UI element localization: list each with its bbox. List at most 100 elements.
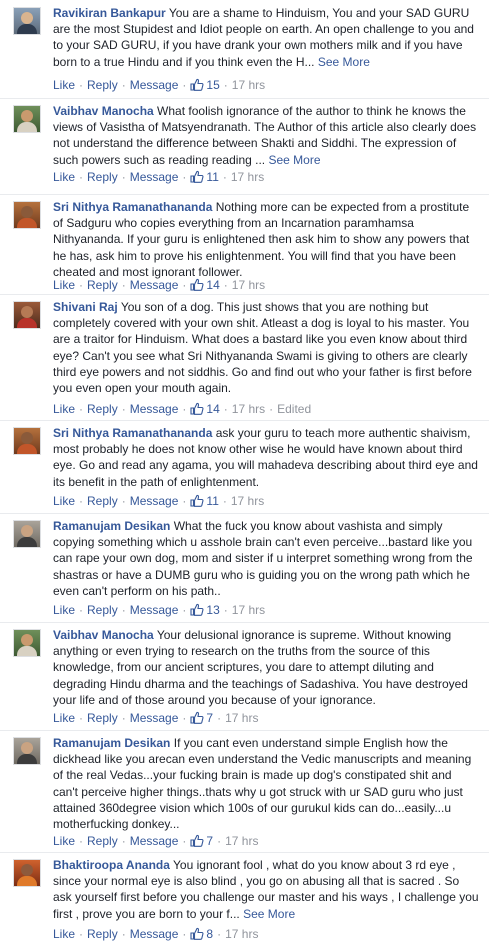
thumbs-up-icon[interactable] — [190, 603, 204, 616]
timestamp[interactable]: 17 hrs — [231, 494, 264, 508]
comment-author[interactable]: Vaibhav Manocha — [53, 104, 154, 118]
reply-link[interactable]: Reply — [87, 711, 118, 725]
comment-author[interactable]: Ramanujam Desikan — [53, 519, 170, 533]
timestamp[interactable]: 17 hrs — [225, 711, 258, 725]
like-count[interactable]: 11 — [206, 494, 218, 508]
avatar[interactable] — [13, 7, 41, 35]
like-count[interactable]: 11 — [206, 170, 218, 184]
like-link[interactable]: Like — [53, 494, 75, 508]
comment-actions: Like · Reply · Message · 15 · 17 hrs — [53, 78, 266, 92]
see-more-link[interactable]: See More — [243, 907, 295, 921]
like-link[interactable]: Like — [53, 78, 75, 92]
comment-body: Sri Nithya Ramanathananda Nothing more c… — [53, 199, 479, 280]
comment-author[interactable]: Sri Nithya Ramanathananda — [53, 426, 212, 440]
thumbs-up-icon[interactable] — [190, 278, 204, 291]
message-link[interactable]: Message — [130, 603, 179, 617]
comment-body: Bhaktiroopa Ananda You ignorant fool , w… — [53, 857, 479, 922]
comment-author[interactable]: Sri Nithya Ramanathananda — [53, 200, 212, 214]
avatar[interactable] — [13, 427, 41, 455]
like-link[interactable]: Like — [53, 711, 75, 725]
comment-actions: Like · Reply · Message · 8 · 17 hrs — [53, 927, 259, 941]
timestamp[interactable]: 17 hrs — [232, 278, 265, 292]
see-more-link[interactable]: See More — [268, 153, 320, 167]
like-link[interactable]: Like — [53, 278, 75, 292]
comment-author[interactable]: Vaibhav Manocha — [53, 628, 154, 642]
timestamp[interactable]: 17 hrs — [232, 402, 265, 416]
reply-link[interactable]: Reply — [87, 402, 118, 416]
avatar[interactable] — [13, 859, 41, 887]
thumbs-up-icon[interactable] — [190, 402, 204, 415]
comment-body: Vaibhav Manocha What foolish ignorance o… — [53, 103, 479, 168]
comment-text: You son of a dog. This just shows that y… — [53, 300, 472, 396]
timestamp[interactable]: 17 hrs — [232, 78, 265, 92]
thumbs-up-icon[interactable] — [190, 494, 204, 507]
comment-body: Vaibhav Manocha Your delusional ignoranc… — [53, 627, 479, 708]
comment-actions: Like · Reply · Message · 11 · 17 hrs — [53, 170, 265, 184]
reply-link[interactable]: Reply — [87, 278, 118, 292]
reply-link[interactable]: Reply — [87, 603, 118, 617]
message-link[interactable]: Message — [130, 78, 179, 92]
message-link[interactable]: Message — [130, 711, 179, 725]
comment-actions: Like · Reply · Message · 14 · 17 hrs — [53, 278, 266, 292]
like-count[interactable]: 14 — [206, 402, 219, 416]
comment-actions: Like · Reply · Message · 14 · 17 hrs · Edited — [53, 402, 312, 416]
comment-author[interactable]: Shivani Raj — [53, 300, 118, 314]
message-link[interactable]: Message — [130, 170, 179, 184]
reply-link[interactable]: Reply — [87, 494, 118, 508]
thumbs-up-icon[interactable] — [190, 711, 204, 724]
like-count[interactable]: 14 — [206, 278, 219, 292]
comment: Ravikiran Bankapur You are a shame to Hi… — [0, 0, 489, 99]
message-link[interactable]: Message — [130, 494, 179, 508]
reply-link[interactable]: Reply — [87, 78, 118, 92]
avatar[interactable] — [13, 301, 41, 329]
reply-link[interactable]: Reply — [87, 170, 118, 184]
comment-body: Ramanujam Desikan What the fuck you know… — [53, 518, 479, 599]
comment-text: If you cant even understand simple Engli… — [53, 736, 472, 832]
comment: Sri Nithya Ramanathananda Nothing more c… — [0, 194, 489, 295]
comment: Ramanujam Desikan If you cant even under… — [0, 730, 489, 853]
timestamp[interactable]: 17 hrs — [225, 927, 258, 941]
comment: Vaibhav Manocha What foolish ignorance o… — [0, 98, 489, 195]
timestamp[interactable]: 17 hrs — [225, 834, 258, 848]
comment-body: Shivani Raj You son of a dog. This just … — [53, 299, 479, 396]
like-count[interactable]: 13 — [206, 603, 219, 617]
reply-link[interactable]: Reply — [87, 927, 118, 941]
avatar[interactable] — [13, 520, 41, 548]
timestamp[interactable]: 17 hrs — [231, 170, 264, 184]
comment: Ramanujam Desikan What the fuck you know… — [0, 513, 489, 623]
comment: Bhaktiroopa Ananda You ignorant fool , w… — [0, 852, 489, 949]
comment-body: Sri Nithya Ramanathananda ask your guru … — [53, 425, 479, 490]
edited-label[interactable]: Edited — [277, 402, 311, 416]
comment-actions: Like · Reply · Message · 13 · 17 hrs — [53, 603, 266, 617]
like-link[interactable]: Like — [53, 603, 75, 617]
comment-body: Ramanujam Desikan If you cant even under… — [53, 735, 479, 832]
comment-author[interactable]: Ravikiran Bankapur — [53, 6, 166, 20]
thumbs-up-icon[interactable] — [190, 170, 204, 183]
thumbs-up-icon[interactable] — [190, 834, 204, 847]
message-link[interactable]: Message — [130, 927, 179, 941]
like-link[interactable]: Like — [53, 170, 75, 184]
thumbs-up-icon[interactable] — [190, 78, 204, 91]
comment: Sri Nithya Ramanathananda ask your guru … — [0, 420, 489, 514]
reply-link[interactable]: Reply — [87, 834, 118, 848]
message-link[interactable]: Message — [130, 402, 179, 416]
like-count[interactable]: 15 — [206, 78, 219, 92]
like-link[interactable]: Like — [53, 402, 75, 416]
avatar[interactable] — [13, 105, 41, 133]
comment-author[interactable]: Ramanujam Desikan — [53, 736, 170, 750]
comment-actions: Like · Reply · Message · 7 · 17 hrs — [53, 834, 259, 848]
avatar[interactable] — [13, 629, 41, 657]
timestamp[interactable]: 17 hrs — [232, 603, 265, 617]
like-link[interactable]: Like — [53, 834, 75, 848]
thumbs-up-icon[interactable] — [190, 927, 204, 940]
see-more-link[interactable]: See More — [318, 55, 370, 69]
like-link[interactable]: Like — [53, 927, 75, 941]
comment-body: Ravikiran Bankapur You are a shame to Hi… — [53, 5, 479, 70]
message-link[interactable]: Message — [130, 834, 179, 848]
avatar[interactable] — [13, 201, 41, 229]
comment-actions: Like · Reply · Message · 7 · 17 hrs — [53, 711, 259, 725]
message-link[interactable]: Message — [130, 278, 179, 292]
avatar[interactable] — [13, 737, 41, 765]
comment-actions: Like · Reply · Message · 11 · 17 hrs — [53, 494, 265, 508]
comment-author[interactable]: Bhaktiroopa Ananda — [53, 858, 170, 872]
